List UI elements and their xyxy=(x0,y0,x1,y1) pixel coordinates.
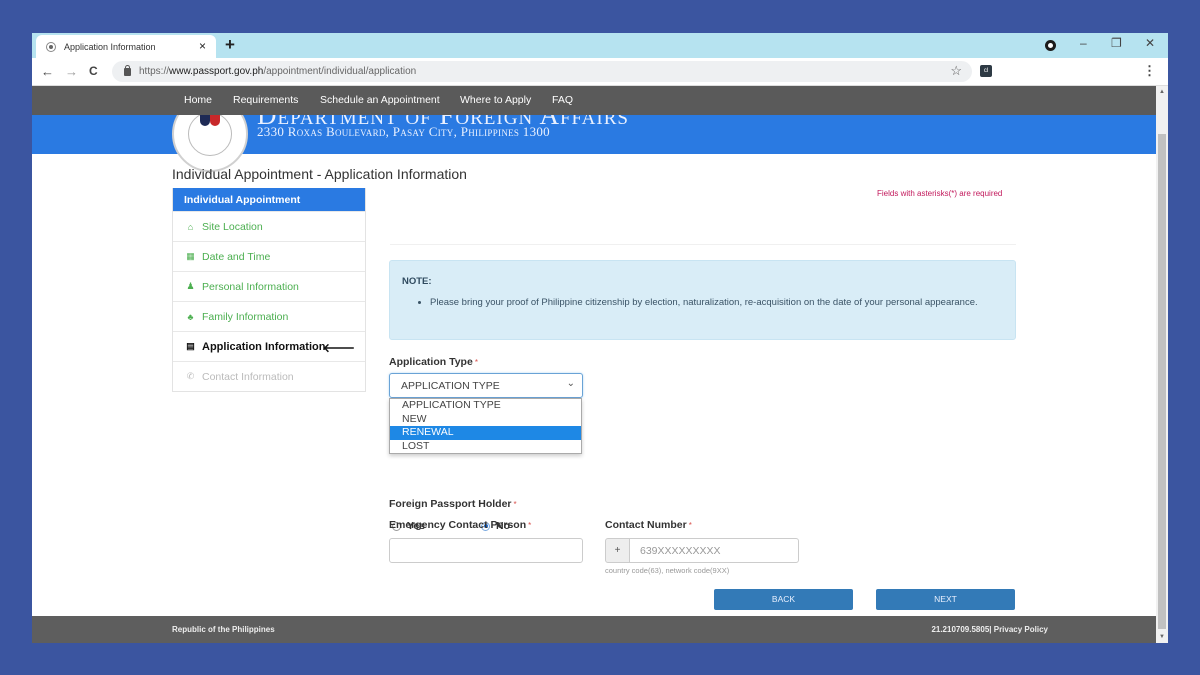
arrow-left-icon: 🡐 xyxy=(322,341,355,355)
minimize-button[interactable]: – xyxy=(1080,36,1087,50)
url-domain: www.passport.gov.ph xyxy=(169,66,264,77)
maximize-button[interactable]: ❐ xyxy=(1111,36,1122,50)
option-lost[interactable]: LOST xyxy=(390,440,581,454)
users-icon: ♣ xyxy=(187,311,194,322)
new-tab-button[interactable]: + xyxy=(225,35,235,55)
foreign-passport-label: Foreign Passport Holder * xyxy=(389,498,517,510)
scroll-up-icon[interactable]: ▲ xyxy=(1156,86,1168,98)
divider xyxy=(390,244,1016,245)
top-navigation: Home Requirements Schedule an Appointmen… xyxy=(32,86,1156,115)
selected-value: APPLICATION TYPE xyxy=(401,380,500,392)
sidebar-item-application-information[interactable]: ▤ Application Information 🡐 xyxy=(173,331,365,361)
department-address: 2330 Roxas Boulevard, Pasay City, Philip… xyxy=(257,124,550,139)
required-asterisk: * xyxy=(688,521,692,530)
sidebar-item-label: Personal Information xyxy=(202,280,299,293)
nav-home[interactable]: Home xyxy=(184,94,212,106)
sidebar-item-site-location[interactable]: ⌂ Site Location xyxy=(173,211,365,241)
sidebar-item-personal-information[interactable]: ♟ Personal Information xyxy=(173,271,365,301)
application-type-select[interactable]: APPLICATION TYPE ⌄ xyxy=(389,373,583,398)
lock-icon xyxy=(124,64,131,76)
browser-tab[interactable]: Application Information × xyxy=(36,35,216,58)
label-text: Contact Number xyxy=(605,519,687,531)
emergency-contact-input[interactable] xyxy=(389,538,583,563)
address-bar[interactable]: https://www.passport.gov.ph/appointment/… xyxy=(112,61,972,82)
note-alert: NOTE: Please bring your proof of Philipp… xyxy=(389,260,1016,340)
nav-faq[interactable]: FAQ xyxy=(552,94,573,106)
note-title: NOTE: xyxy=(402,276,432,287)
required-asterisk: * xyxy=(474,358,478,367)
back-button[interactable]: BACK xyxy=(714,589,853,610)
steps-sidebar: Individual Appointment ⌂ Site Location ▦… xyxy=(172,188,366,392)
emergency-contact-label: Emergency Contact Person * xyxy=(389,519,531,531)
user-icon: ♟ xyxy=(186,281,195,291)
page-viewport: Department of Foreign Affairs 2330 Roxas… xyxy=(32,86,1156,643)
option-renewal[interactable]: RENEWAL xyxy=(390,426,581,440)
nav-where-to-apply[interactable]: Where to Apply xyxy=(460,94,531,106)
nav-requirements[interactable]: Requirements xyxy=(233,94,298,106)
browser-menu-icon[interactable]: ⋮ xyxy=(1143,63,1156,79)
page-scrollbar[interactable]: ▲ ▼ xyxy=(1156,86,1168,643)
card-icon: ▤ xyxy=(186,341,195,351)
phone-icon: ✆ xyxy=(186,371,195,381)
sidebar-item-label: Family Information xyxy=(202,310,289,323)
sidebar-item-contact-information: ✆ Contact Information xyxy=(173,361,365,391)
application-type-label: Application Type * xyxy=(389,356,478,368)
required-asterisk: * xyxy=(528,521,532,530)
nav-schedule-appointment[interactable]: Schedule an Appointment xyxy=(320,94,440,106)
home-icon: ⌂ xyxy=(187,221,194,232)
sidebar-heading: Individual Appointment xyxy=(173,188,365,211)
url-path: /appointment/individual/application xyxy=(263,66,417,77)
application-type-options: APPLICATION TYPE NEW RENEWAL LOST xyxy=(389,398,582,454)
chevron-down-icon: ⌄ xyxy=(566,378,575,389)
sidebar-item-label: Application Information xyxy=(202,340,326,353)
browser-window: Application Information × + – ❐ ✕ ← → C … xyxy=(32,33,1168,643)
footer-republic: Republic of the Philippines xyxy=(172,625,275,634)
reload-icon[interactable]: C xyxy=(89,64,98,78)
scroll-down-icon[interactable]: ▼ xyxy=(1156,631,1168,643)
close-window-button[interactable]: ✕ xyxy=(1145,36,1155,50)
label-text: Application Type xyxy=(389,356,473,368)
contact-number-label: Contact Number * xyxy=(605,519,692,531)
profile-icon[interactable] xyxy=(1045,40,1056,51)
sidebar-item-date-time[interactable]: ▦ Date and Time xyxy=(173,241,365,271)
forward-arrow-icon[interactable]: → xyxy=(65,64,78,79)
bookmark-star-icon[interactable]: ☆ xyxy=(950,63,962,79)
contact-number-input[interactable]: 639XXXXXXXXX xyxy=(629,538,799,563)
footer-version-privacy[interactable]: 21.210709.5805| Privacy Policy xyxy=(931,625,1048,634)
browser-toolbar: ← → C https://www.passport.gov.ph/appoin… xyxy=(32,58,1168,86)
required-fields-note: Fields with asterisks(*) are required xyxy=(877,189,1003,198)
sidebar-item-label: Contact Information xyxy=(202,370,294,383)
label-text: Emergency Contact Person xyxy=(389,519,527,531)
tab-close-icon[interactable]: × xyxy=(199,39,206,53)
tab-title: Application Information xyxy=(64,41,156,52)
next-button[interactable]: NEXT xyxy=(876,589,1015,610)
page-title: Individual Appointment - Application Inf… xyxy=(172,166,467,182)
sidebar-item-family-information[interactable]: ♣ Family Information xyxy=(173,301,365,331)
required-asterisk: * xyxy=(513,500,517,509)
url-prefix: https:// xyxy=(139,66,170,77)
option-new[interactable]: NEW xyxy=(390,413,581,427)
back-arrow-icon[interactable]: ← xyxy=(41,64,54,79)
favicon-icon xyxy=(46,41,56,52)
sidebar-item-label: Site Location xyxy=(202,220,263,233)
note-item: Please bring your proof of Philippine ci… xyxy=(430,296,1003,310)
plus-prefix: + xyxy=(605,538,630,563)
sidebar-item-label: Date and Time xyxy=(202,250,271,263)
calendar-icon: ▦ xyxy=(186,251,195,261)
contact-number-help: country code(63), network code(9XX) xyxy=(605,566,730,575)
tab-strip: Application Information × + – ❐ ✕ xyxy=(32,33,1168,58)
page-footer: Republic of the Philippines 21.210709.58… xyxy=(32,616,1156,643)
option-application-type[interactable]: APPLICATION TYPE xyxy=(390,399,581,413)
scroll-thumb[interactable] xyxy=(1158,134,1166,629)
extension-icon[interactable]: cl xyxy=(980,65,992,77)
label-text: Foreign Passport Holder xyxy=(389,498,512,510)
